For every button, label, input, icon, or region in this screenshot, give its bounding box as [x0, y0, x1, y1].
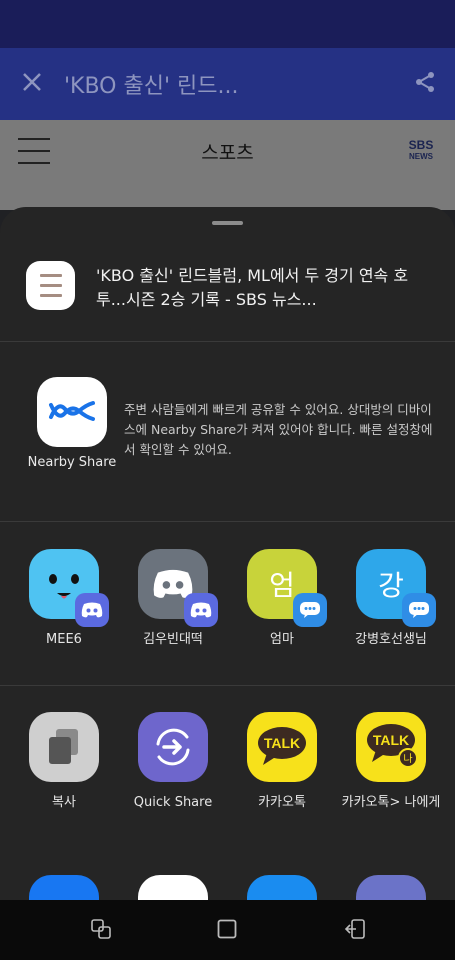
- talk-text: TALK: [264, 735, 300, 751]
- back-button[interactable]: [342, 918, 368, 944]
- sbs-news-logo[interactable]: SBS NEWS: [405, 138, 437, 161]
- app-label: 카카오톡: [258, 795, 306, 810]
- home-button[interactable]: [214, 918, 240, 944]
- nearby-share-description: 주변 사람들에게 빠르게 공유할 수 있어요. 상대방의 디바이스에 Nearb…: [124, 402, 433, 457]
- status-bar: [0, 0, 455, 48]
- app-label: Quick Share: [133, 795, 213, 810]
- discord-icon: [75, 593, 109, 627]
- share-sheet: 'KBO 출신' 린드블럼, ML에서 두 경기 연속 호투...시즌 2승 기…: [0, 207, 455, 900]
- navigation-bar: [0, 900, 455, 960]
- nearby-share-label: Nearby Share: [27, 455, 117, 470]
- me-text: 나: [403, 753, 412, 765]
- site-header: 스포츠 SBS NEWS: [0, 120, 455, 210]
- kakaotalk-message-icon: [293, 593, 327, 627]
- preview-title: 'KBO 출신' 린드블럼, ML에서 두 경기 연속 호투...시즌 2승 기…: [96, 266, 409, 309]
- talk-text: TALK: [373, 732, 409, 748]
- recent-apps-button[interactable]: [88, 918, 114, 944]
- discord-icon: [184, 593, 218, 627]
- back-icon: [344, 918, 366, 944]
- document-icon: [26, 261, 75, 310]
- share-icon: [413, 70, 437, 98]
- home-icon: [217, 919, 237, 943]
- app-icon[interactable]: [356, 875, 426, 900]
- app-share-row-partial: [0, 875, 455, 900]
- target-label: 김우빈대떡: [143, 632, 203, 647]
- nearby-share-button[interactable]: [37, 377, 107, 447]
- app-label: 복사: [52, 795, 76, 810]
- share-button[interactable]: [395, 48, 455, 120]
- app-label: 카카오톡> 나에게: [341, 795, 441, 810]
- close-icon: [22, 72, 42, 96]
- copy-icon: [29, 712, 99, 782]
- share-preview: 'KBO 출신' 린드블럼, ML에서 두 경기 연속 호투...시즌 2승 기…: [0, 245, 455, 341]
- target-label: 엄마: [270, 632, 294, 647]
- divider: [0, 521, 455, 522]
- app-share-row: 복사 Quick Share TALK 카카오톡 TALK 나 카카오톡> 나에…: [0, 712, 455, 852]
- facebook-icon[interactable]: [29, 875, 99, 900]
- divider: [0, 685, 455, 686]
- nearby-share-section: Nearby Share 주변 사람들에게 빠르게 공유할 수 있어요. 상대방…: [0, 342, 455, 522]
- recent-apps-icon: [90, 918, 112, 944]
- contact-initial: 강: [378, 569, 404, 602]
- target-label: MEE6: [46, 632, 82, 647]
- logo-line1: SBS: [408, 138, 434, 152]
- quick-share-icon: [138, 712, 208, 782]
- target-label: 강병호선생님: [355, 632, 427, 647]
- browser-toolbar: 'KBO 출신' 린드...: [0, 48, 455, 120]
- direct-share-row: MEE6 김우빈대떡 엄 엄마 강 강병호선생님: [0, 549, 455, 689]
- kakaotalk-message-icon: [402, 593, 436, 627]
- browser-title: 'KBO 출신' 린드...: [64, 74, 239, 99]
- nearby-share-icon: [48, 395, 96, 429]
- kakaotalk-me-icon: TALK 나: [356, 712, 426, 782]
- close-button[interactable]: [0, 48, 64, 120]
- contact-initial: 엄: [269, 569, 295, 602]
- logo-line2: NEWS: [409, 152, 433, 161]
- app-icon[interactable]: [247, 875, 317, 900]
- messenger-icon[interactable]: [138, 875, 208, 900]
- section-title: 스포츠: [201, 142, 254, 164]
- drag-handle[interactable]: [212, 221, 243, 225]
- kakaotalk-icon: TALK: [247, 712, 317, 782]
